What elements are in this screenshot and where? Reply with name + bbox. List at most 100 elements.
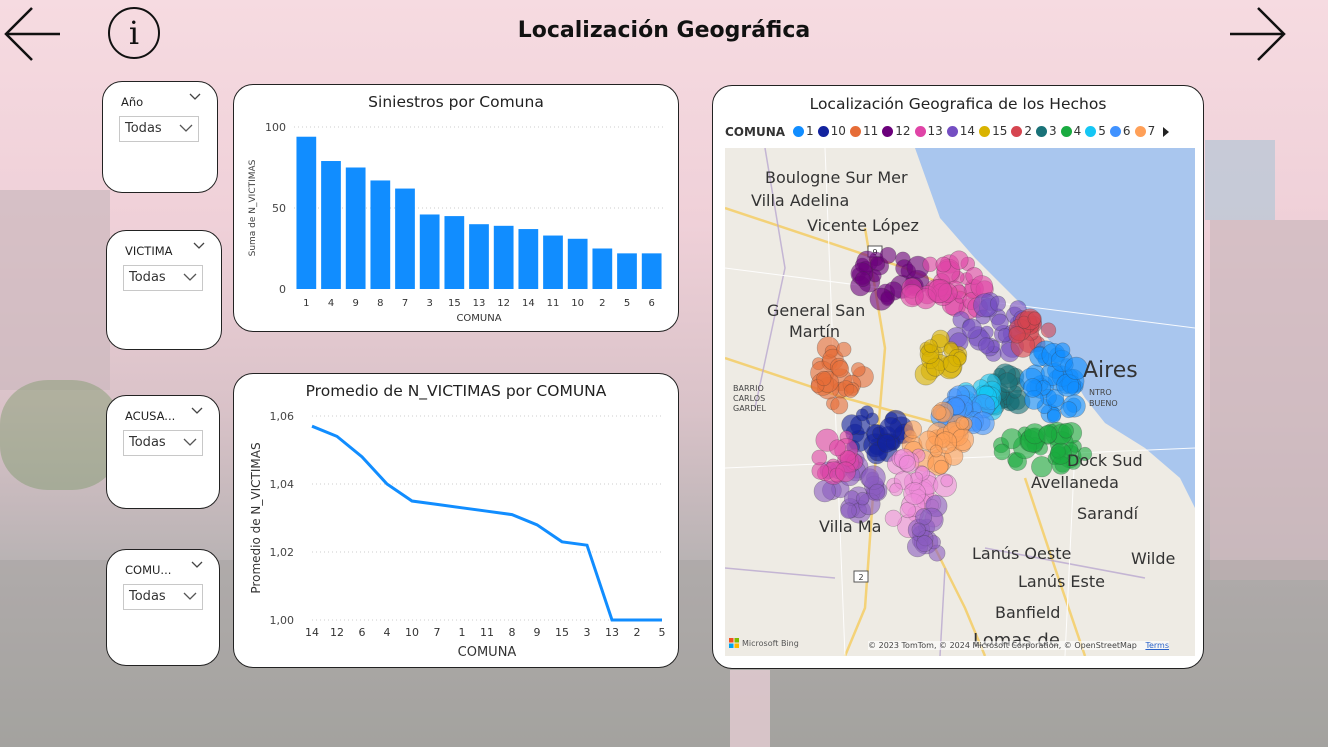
bar-9 — [345, 167, 366, 289]
legend-item[interactable]: 15 — [979, 124, 1007, 138]
map-bubble — [903, 420, 923, 439]
legend-item[interactable]: 11 — [849, 124, 878, 138]
map-bubble — [831, 360, 850, 378]
map-bubble — [835, 461, 856, 483]
legend-dot-icon — [1134, 125, 1146, 137]
chevron-down-icon[interactable] — [193, 241, 205, 251]
x-tick-label: 15 — [448, 298, 461, 309]
x-tick-label: 15 — [555, 626, 569, 639]
attribution-text: © 2023 TomTom, © 2024 Microsoft Corporat… — [868, 641, 1137, 650]
legend-label: 4 — [1073, 124, 1082, 138]
chevron-down-icon[interactable] — [191, 406, 203, 416]
place-villa-ma: Villa Ma — [819, 517, 882, 536]
legend-item[interactable]: 7 — [1134, 124, 1155, 138]
slicer-dropdown[interactable]: Todas — [123, 265, 203, 291]
map-bubble — [903, 482, 926, 505]
map-bubble — [993, 443, 1011, 461]
map-bubble — [931, 404, 947, 420]
microsoft-logo-icon — [729, 638, 739, 648]
x-tick-label: 8 — [377, 298, 383, 309]
legend-label: 15 — [992, 124, 1008, 138]
legend-dot-icon — [1109, 125, 1121, 137]
legend-item[interactable]: 10 — [817, 124, 846, 138]
x-axis-label: COMUNA — [456, 313, 501, 324]
x-tick-label: 2 — [634, 626, 641, 639]
legend-next-arrow-icon[interactable] — [1161, 126, 1171, 138]
legend-dot-icon — [1036, 125, 1047, 137]
bar-chart: 0501001 4 9 8 7 3 15 13 12 14 11 10 2 5 6COMUNASuma de… — [248, 121, 664, 324]
legend-dot-icon — [914, 125, 926, 137]
slicer-acusado[interactable]: ACUSA... Todas — [106, 395, 220, 509]
y-tick-label: 1,04 — [270, 478, 295, 491]
slicer-label: Año — [121, 95, 144, 109]
map-bubble — [884, 509, 902, 527]
chevron-down-icon — [179, 124, 193, 132]
x-tick-label: 14 — [305, 626, 319, 639]
map-bubble — [955, 416, 970, 430]
legend-item[interactable]: 14 — [946, 124, 975, 138]
legend-item[interactable]: 2 — [1011, 124, 1032, 138]
legend-dot-icon — [793, 125, 805, 137]
map-bubble — [911, 522, 926, 537]
slicer-dropdown[interactable]: Todas — [123, 430, 203, 456]
slicer-dropdown[interactable]: Todas — [119, 116, 199, 142]
legend-label: 5 — [1098, 124, 1106, 138]
slicer-comuna[interactable]: COMU... Todas — [106, 549, 220, 666]
map-bubble — [836, 341, 852, 357]
bar-1 — [296, 136, 317, 289]
y-tick-label: 0 — [279, 283, 286, 296]
legend-item[interactable]: 1 — [793, 124, 814, 138]
legend-item[interactable]: 13 — [914, 124, 943, 138]
place-aires: Aires — [1083, 358, 1138, 383]
terms-link[interactable]: Terms — [1145, 641, 1169, 650]
slicer-value: Todas — [129, 435, 166, 450]
legend-title: COMUNA — [725, 124, 786, 139]
chevron-down-icon — [183, 438, 197, 446]
bar-11 — [543, 235, 563, 289]
map-bubble — [942, 354, 961, 373]
map-bubble — [922, 256, 938, 273]
x-tick-label: 4 — [328, 298, 334, 309]
map-canvas[interactable]: 9 2 Boulogne Sur Mer Villa Adelina Vicen… — [725, 148, 1195, 656]
chevron-down-icon[interactable] — [189, 92, 201, 102]
bar-chart-card: Siniestros por Comuna 0 50 100 1 4 9 8 7 3 15 13 12… — [233, 84, 679, 332]
slicer-year[interactable]: Año Todas — [102, 81, 218, 193]
x-tick-label: 4 — [384, 626, 391, 639]
y-tick-label: 1,00 — [270, 614, 295, 627]
place-lanus-oeste: Lanús Oeste — [972, 544, 1072, 563]
place-ntro: NTRO — [1089, 388, 1112, 397]
map-bubble — [978, 337, 995, 354]
x-tick-label: 8 — [509, 626, 516, 639]
legend-dot-icon — [882, 125, 894, 137]
place-carlos: CARLOS — [733, 394, 766, 403]
slicer-dropdown[interactable]: Todas — [123, 584, 203, 610]
map-bubble — [811, 449, 828, 466]
place-wilde: Wilde — [1131, 549, 1176, 568]
slicer-value: Todas — [129, 589, 166, 604]
legend-item[interactable]: 4 — [1060, 124, 1082, 138]
map-bubble — [989, 295, 1006, 312]
bar-13 — [469, 224, 489, 289]
x-tick-label: 1 — [303, 298, 309, 309]
chevron-down-icon[interactable] — [191, 560, 203, 570]
bar-5 — [617, 253, 637, 289]
legend-item[interactable]: 12 — [882, 124, 911, 138]
place-gardel: GARDEL — [733, 404, 766, 413]
bing-label: Microsoft Bing — [742, 638, 799, 648]
x-tick-label: 3 — [426, 298, 432, 309]
slicer-victima[interactable]: VICTIMA Todas — [106, 230, 222, 350]
map-bubble — [1027, 311, 1042, 326]
place-boulogne: Boulogne Sur Mer — [765, 168, 908, 187]
line-chart: 1,001,021,041,0614 12 6 4 10 7 1 11 8 9 15 3 13 2 5COM… — [249, 410, 666, 660]
legend-item[interactable]: 3 — [1036, 124, 1057, 138]
map-bubble — [949, 250, 969, 270]
legend-item[interactable]: 5 — [1085, 124, 1106, 138]
line-chart-card: Promedio de N_VICTIMAS por COMUNA 1,00 1,… — [233, 373, 679, 668]
legend-item[interactable]: 6 — [1109, 124, 1131, 138]
map-bubble — [935, 256, 952, 273]
x-tick-label: 1 — [459, 626, 466, 639]
x-tick-label: 12 — [330, 626, 344, 639]
forward-button[interactable] — [1228, 6, 1288, 62]
x-tick-label: 3 — [584, 626, 591, 639]
map-bubble — [1008, 326, 1026, 344]
